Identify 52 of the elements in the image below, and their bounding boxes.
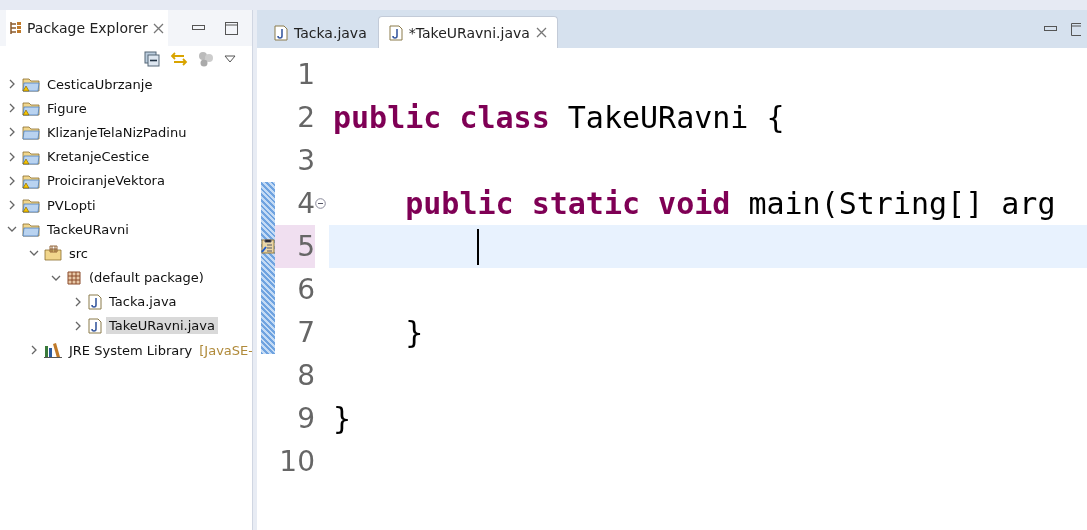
line-number: 6 [296,272,315,308]
java-file-icon [274,24,288,41]
line-number: 3 [296,143,315,179]
tree-item[interactable]: src [66,244,91,262]
collapse-all-icon[interactable] [144,51,160,67]
minimize-icon[interactable] [1044,26,1057,32]
package-icon [66,269,82,286]
code-line: public static void main(String[] arg [404,185,1057,223]
java-file-icon [88,293,102,310]
line-number: 5 [275,225,315,268]
folder-icon [22,221,40,238]
code-line: } [332,400,353,438]
line-number: 7 [296,315,315,351]
line-number: 10 [278,444,315,480]
editor-tab[interactable]: *TakeURavni.java [377,16,558,48]
tree-item[interactable]: (default package) [86,269,207,287]
minimize-icon[interactable] [192,25,205,31]
code-line: } [404,314,425,352]
tree-item[interactable]: PVLopti [44,196,99,214]
tree-item[interactable]: ProiciranjeVektora [44,172,168,190]
maximize-icon[interactable] [1071,22,1081,36]
line-number: 2 [296,100,315,136]
java-file-icon [88,317,102,334]
line-number: 9 [296,401,315,437]
tree-item[interactable]: KretanjeCestice [44,148,153,166]
library-books-icon [44,342,62,359]
warning-folder-icon [22,100,40,117]
close-icon[interactable] [152,22,164,34]
folder-icon [22,124,40,141]
code-line: public class TakeURavni { [332,99,786,137]
warning-folder-icon [22,197,40,214]
warning-folder-icon [22,76,40,93]
line-number: 4 [296,186,315,222]
tree-item-decoration: [JavaSE- [199,342,252,358]
tree-item[interactable]: Figure [44,99,90,117]
line-number: 8 [296,358,315,394]
warning-folder-icon [22,148,40,165]
tree-item[interactable]: TackeURavni [44,220,132,238]
tree-item[interactable]: JRE System Library [66,341,196,359]
warning-folder-icon [22,172,40,189]
line-number: 1 [296,57,315,93]
tree-item[interactable]: TakeURavni.java [106,317,218,335]
close-icon[interactable] [535,27,547,38]
java-file-icon [388,24,403,41]
hierarchy-icon [10,21,22,35]
tree-item[interactable]: CesticaUbrzanje [44,75,156,93]
view-menu-icon[interactable] [224,55,236,63]
maximize-icon[interactable] [225,21,238,35]
source-folder-icon [44,245,62,262]
collapse-fold-icon[interactable] [315,198,326,209]
tree-item[interactable]: KlizanjeTelaNizPadinu [44,123,190,141]
tree-item[interactable]: Tacka.java [106,293,180,311]
